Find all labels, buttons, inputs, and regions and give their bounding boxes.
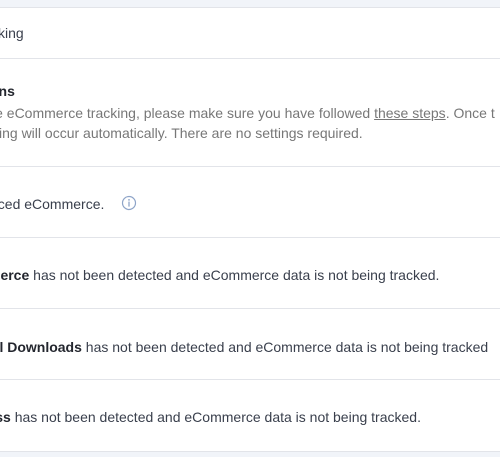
instructions-text-after-link: . Once t <box>445 105 495 121</box>
plugin-status-message: has not been detected and eCommerce data… <box>10 409 421 425</box>
plugin-name: tal Downloads <box>0 339 82 355</box>
plugin-status-message: has not been detected and eCommerce data… <box>29 267 440 283</box>
section-header: cking <box>0 8 500 59</box>
plugin-status-row: merce has not been detected and eCommerc… <box>0 238 500 309</box>
ecommerce-settings-panel: cking ons le eCommerce tracking, please … <box>0 7 500 452</box>
enhanced-ecommerce-label: nced eCommerce. <box>0 196 105 212</box>
plugin-status-message: has not been detected and eCommerce data… <box>81 339 489 355</box>
plugin-name: ress <box>0 409 11 425</box>
these-steps-link[interactable]: these steps <box>374 105 446 121</box>
plugin-status-text: tal Downloads has not been detected and … <box>0 337 488 357</box>
plugin-status-row: ress has not been detected and eCommerce… <box>0 380 500 451</box>
section-title: cking <box>0 25 24 41</box>
instructions-row: ons le eCommerce tracking, please make s… <box>0 59 500 167</box>
plugin-status-text: merce has not been detected and eCommerc… <box>0 265 439 285</box>
instructions-title: ons <box>0 83 15 99</box>
instructions-text-before-link: le eCommerce tracking, please make sure … <box>0 105 375 121</box>
enhanced-ecommerce-row: nced eCommerce. <box>0 167 500 238</box>
instructions-text-line-1: le eCommerce tracking, please make sure … <box>0 103 495 123</box>
instructions-text-line-2: king will occur automatically. There are… <box>0 125 363 141</box>
info-icon[interactable] <box>121 195 137 211</box>
plugin-status-text: ress has not been detected and eCommerce… <box>0 407 421 427</box>
plugin-status-row: tal Downloads has not been detected and … <box>0 309 500 380</box>
plugin-name: merce <box>0 267 30 283</box>
